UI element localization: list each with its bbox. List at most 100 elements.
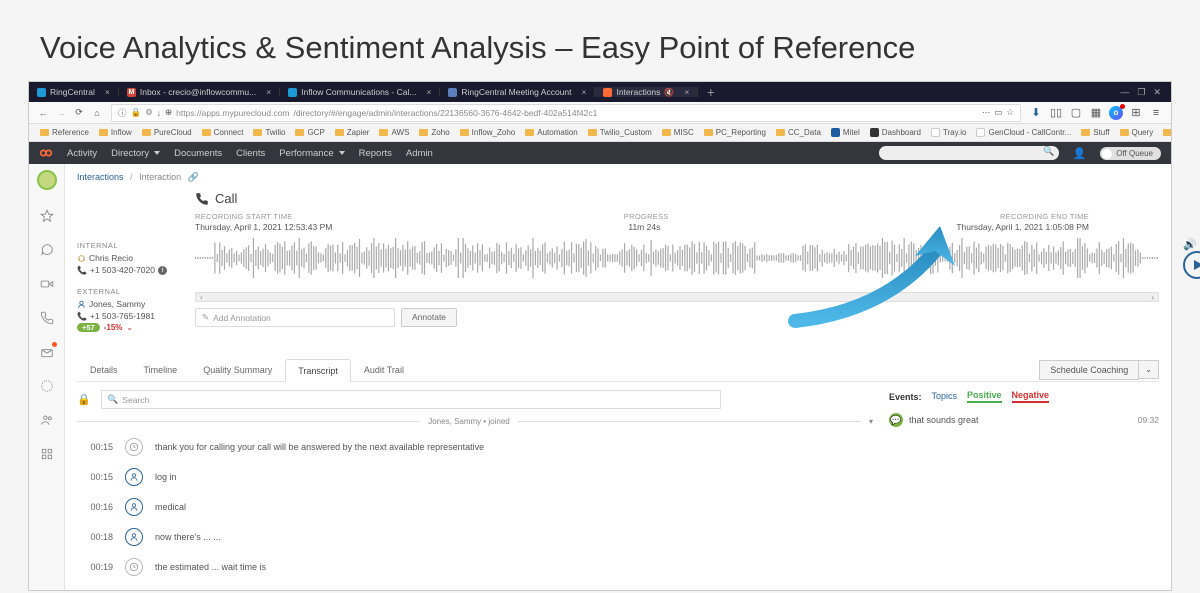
phone-icon[interactable] (39, 310, 55, 326)
download-icon[interactable]: ⬇ (1029, 106, 1043, 120)
bookmark-item[interactable]: Inflow (96, 128, 135, 137)
bookmark-item[interactable]: Twilio (250, 128, 288, 137)
app-nav-item[interactable]: Directory (111, 148, 160, 159)
bookmark-item[interactable]: GenCloud - CallContr... (973, 128, 1074, 137)
library-icon[interactable]: ▯▯ (1049, 106, 1063, 120)
video-icon[interactable] (39, 276, 55, 292)
transcript-row[interactable]: 00:19the estimated ... wait time is (77, 552, 873, 582)
close-tab-icon[interactable]: × (582, 87, 587, 97)
mute-icon[interactable]: 🔇 (664, 88, 674, 97)
app-nav-item[interactable]: Clients (236, 148, 265, 159)
waveform-scrollbar[interactable]: ‹› (195, 292, 1159, 302)
bookmark-item[interactable]: Twilio_Custom (585, 128, 655, 137)
app-nav-item[interactable]: Performance (279, 148, 344, 159)
bookmark-item[interactable]: Connect (199, 128, 247, 137)
transcript-row[interactable]: 00:15thank you for calling your call wil… (77, 432, 873, 462)
detail-tab[interactable]: Transcript (285, 359, 351, 382)
detail-tab[interactable]: Quality Summary (190, 358, 285, 381)
bookmark-star-icon[interactable]: ☆ (1006, 107, 1014, 118)
transcript-row[interactable]: 00:15log in (77, 462, 873, 492)
bookmark-item[interactable]: Automation (522, 128, 580, 137)
app-nav-item[interactable]: Reports (359, 148, 392, 159)
extension2-icon[interactable]: ⊞ (1129, 106, 1143, 120)
info-icon[interactable]: ⓘ (118, 107, 127, 119)
volume-icon[interactable]: 🔊 (1183, 238, 1200, 251)
detail-tab[interactable]: Details (77, 358, 131, 381)
app-search-input[interactable] (879, 146, 1059, 160)
reload-button[interactable]: ⟳ (73, 107, 85, 118)
browser-tab[interactable]: RingCentral Meeting Account× (440, 87, 595, 97)
schedule-coaching-dropdown[interactable]: ⌄ (1139, 360, 1159, 379)
play-button[interactable] (1183, 251, 1200, 279)
profile-badge-icon[interactable]: o (1109, 106, 1123, 120)
close-tab-icon[interactable]: × (684, 87, 689, 97)
app-nav-item[interactable]: Documents (174, 148, 222, 159)
app-menu-icon[interactable]: ≡ (1149, 106, 1163, 120)
apps-icon[interactable] (39, 446, 55, 462)
chat-icon[interactable] (39, 242, 55, 258)
favorites-icon[interactable] (39, 208, 55, 224)
bookmark-item[interactable]: JSON (1160, 128, 1171, 137)
browser-tab[interactable]: RingCentral× (29, 87, 119, 97)
inbox-icon[interactable] (39, 344, 55, 360)
minimize-button[interactable]: — (1120, 87, 1129, 98)
bookmark-item[interactable]: PureCloud (139, 128, 195, 137)
bookmark-item[interactable]: Query (1117, 128, 1157, 137)
event-item[interactable]: 💬that sounds great09:32 (889, 413, 1159, 427)
collapse-icon[interactable]: ▾ (869, 417, 873, 426)
bookmark-item[interactable]: CC_Data (773, 128, 824, 137)
pocket-icon[interactable]: ▢ (1069, 106, 1083, 120)
more-icon[interactable]: ⋯ (982, 107, 991, 118)
schedule-coaching-button[interactable]: Schedule Coaching (1039, 360, 1139, 380)
bookmark-item[interactable]: MISC (659, 128, 697, 137)
queue-toggle[interactable]: Off Queue (1100, 147, 1161, 160)
bookmark-item[interactable]: AWS (376, 128, 412, 137)
bookmark-item[interactable]: Zoho (416, 128, 452, 137)
annotate-button[interactable]: Annotate (401, 308, 457, 327)
bookmark-item[interactable]: Mitel (828, 128, 863, 137)
url-input[interactable]: ⓘ 🔒 ⚙ ↓ ⊕ https://apps.mypurecloud.com/d… (111, 104, 1021, 122)
new-tab-button[interactable]: ＋ (698, 86, 723, 99)
filter-negative[interactable]: Negative (1012, 390, 1050, 403)
reader-icon[interactable]: ▭ (994, 107, 1002, 118)
bookmark-item[interactable]: Inflow_Zoho (457, 128, 519, 137)
close-window-button[interactable]: ✕ (1153, 87, 1161, 98)
waveform[interactable]: 🔊 x1 (195, 238, 1159, 288)
app-nav-item[interactable]: Activity (67, 148, 97, 159)
extension-icon[interactable]: ▦ (1089, 106, 1103, 120)
breadcrumb-root[interactable]: Interactions (77, 172, 124, 182)
close-tab-icon[interactable]: × (426, 87, 431, 97)
close-tab-icon[interactable]: × (266, 87, 271, 97)
bookmark-item[interactable]: Zapier (332, 128, 373, 137)
browser-tab[interactable]: MInbox - crecio@inflowcommu...× (119, 87, 280, 97)
detail-tab[interactable]: Audit Trail (351, 358, 417, 381)
bookmark-item[interactable]: Stuff (1078, 128, 1112, 137)
detail-tab[interactable]: Timeline (131, 358, 191, 381)
bookmark-item[interactable]: Reference (37, 128, 92, 137)
app-nav-item[interactable]: Admin (406, 148, 433, 159)
nav-back-button[interactable]: ← (37, 108, 49, 118)
user-icon[interactable]: 👤 (1073, 147, 1087, 160)
tab-label: Inbox - crecio@inflowcommu... (140, 87, 256, 97)
maximize-button[interactable]: ❐ (1137, 87, 1145, 98)
home-button[interactable]: ⌂ (91, 108, 103, 118)
transcript-row[interactable]: 00:18now there's ... ... (77, 522, 873, 552)
transcript-row[interactable]: 00:16medical (77, 492, 873, 522)
current-user-avatar[interactable] (37, 170, 57, 190)
bookmark-item[interactable]: Tray.io (928, 128, 970, 137)
close-tab-icon[interactable]: × (105, 87, 110, 97)
bookmark-item[interactable]: GCP (292, 128, 327, 137)
app-logo-icon[interactable] (39, 146, 53, 160)
filter-positive[interactable]: Positive (967, 390, 1002, 403)
settings-icon[interactable] (39, 378, 55, 394)
nav-forward-button[interactable]: → (55, 108, 67, 118)
add-annotation-input[interactable]: ✎ Add Annotation (195, 308, 395, 327)
filter-topics[interactable]: Topics (932, 391, 958, 402)
bookmark-item[interactable]: Dashboard (867, 128, 924, 137)
browser-tab[interactable]: Inflow Communications - Cal...× (280, 87, 440, 97)
bookmark-item[interactable]: PC_Reporting (701, 128, 769, 137)
transcript-search-input[interactable]: 🔍 Search (101, 390, 721, 409)
people-icon[interactable] (39, 412, 55, 428)
info-icon[interactable]: i (158, 266, 167, 275)
browser-tab[interactable]: Interactions🔇× (595, 87, 698, 97)
